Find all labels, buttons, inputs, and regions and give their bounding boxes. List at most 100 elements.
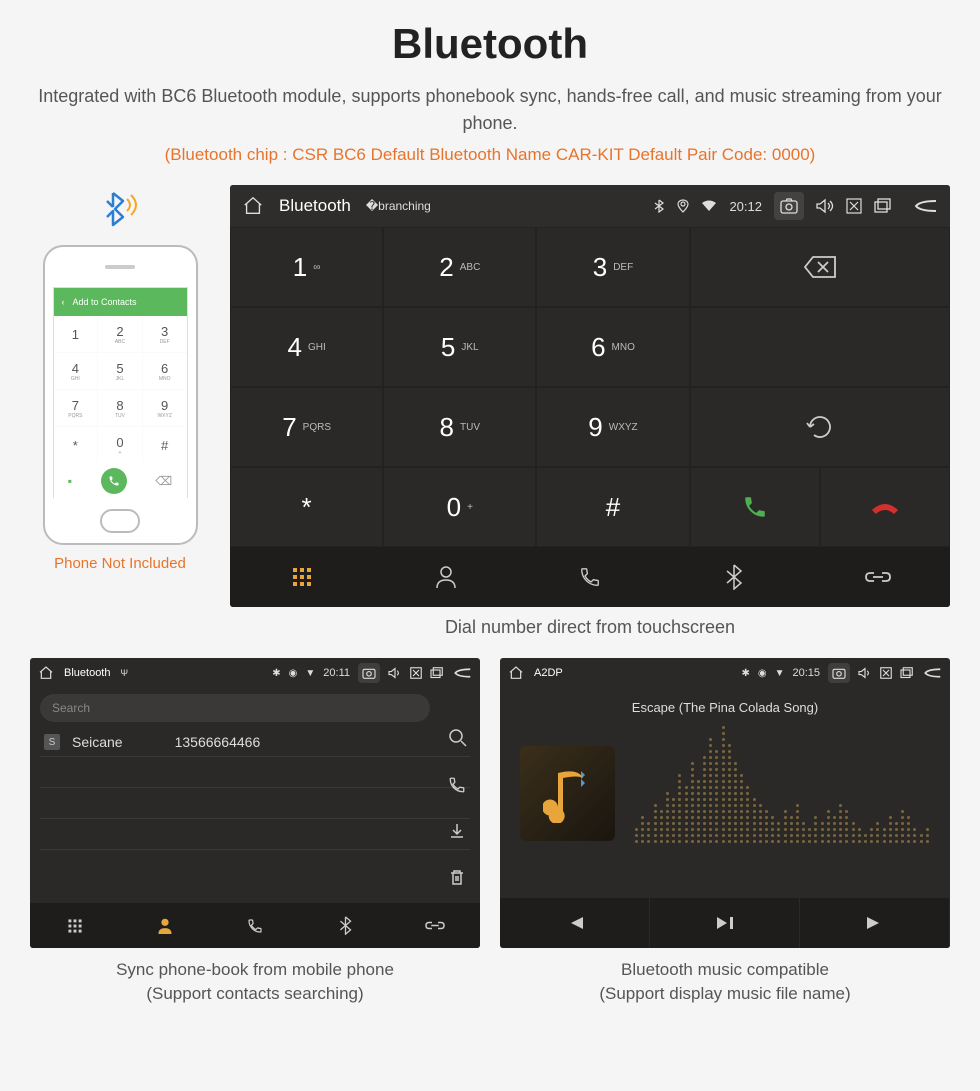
next-track-button[interactable]	[800, 898, 950, 948]
location-icon: ◉	[289, 668, 298, 679]
phone-disclaimer: Phone Not Included	[30, 555, 210, 572]
bluetooth-icon: ✱	[272, 668, 280, 679]
album-art	[520, 746, 615, 841]
close-x-icon[interactable]	[410, 667, 422, 679]
search-icon[interactable]	[448, 728, 468, 748]
dialer-screen: Bluetooth �branching 20:12	[230, 185, 950, 607]
dial-key-*[interactable]: *	[230, 467, 383, 547]
recent-apps-icon[interactable]	[874, 198, 892, 214]
backspace-button[interactable]	[690, 227, 950, 307]
play-pause-button[interactable]	[650, 898, 800, 948]
nav-contacts-icon[interactable]	[120, 903, 210, 948]
phone-key: *	[54, 427, 98, 463]
status-time: 20:15	[792, 667, 820, 679]
nav-bluetooth-icon[interactable]	[662, 547, 806, 607]
back-icon: ‹	[62, 297, 65, 307]
call-icon[interactable]	[448, 776, 468, 794]
phone-key: 8TUV	[98, 390, 142, 426]
home-icon[interactable]	[38, 665, 54, 681]
call-button	[101, 468, 127, 494]
page-subtitle: Integrated with BC6 Bluetooth module, su…	[30, 83, 950, 137]
dialer-caption: Dial number direct from touchscreen	[230, 617, 950, 638]
home-icon[interactable]	[508, 665, 524, 681]
status-title: A2DP	[534, 667, 563, 679]
back-icon[interactable]	[922, 667, 942, 679]
hangup-button[interactable]	[820, 467, 950, 547]
contact-name: Seicane	[72, 734, 123, 750]
nav-link-icon[interactable]	[390, 903, 480, 948]
phone-key: 2ABC	[98, 316, 142, 352]
dial-key-7[interactable]: 7PQRS	[230, 387, 383, 467]
nav-contacts-icon[interactable]	[374, 547, 518, 607]
bluetooth-signal-icon	[95, 185, 145, 235]
call-button[interactable]	[690, 467, 820, 547]
volume-icon[interactable]	[858, 667, 872, 679]
wifi-icon	[701, 200, 717, 212]
nav-bluetooth-icon[interactable]	[300, 903, 390, 948]
status-time: 20:11	[323, 667, 350, 679]
video-icon: ▪	[68, 474, 72, 488]
home-icon[interactable]	[242, 195, 264, 217]
prev-track-button[interactable]	[500, 898, 650, 948]
wifi-icon: ▼	[775, 668, 785, 679]
bluetooth-icon	[653, 199, 665, 213]
music-screen: A2DP ✱ ◉ ▼ 20:15 Escape (The Pina Col	[500, 658, 950, 948]
contacts-screen: Bluetooth Ψ ✱ ◉ ▼ 20:11 Sea	[30, 658, 480, 948]
nav-keypad-icon[interactable]	[230, 547, 374, 607]
back-icon[interactable]	[452, 667, 472, 679]
phone-header-label: Add to Contacts	[73, 297, 137, 307]
location-icon: ◉	[758, 668, 767, 679]
back-icon[interactable]	[912, 198, 938, 214]
dial-key-0[interactable]: 0+	[383, 467, 536, 547]
dial-key-1[interactable]: 1∞	[230, 227, 383, 307]
delete-icon[interactable]	[448, 868, 468, 886]
volume-icon[interactable]	[388, 667, 402, 679]
song-title: Escape (The Pina Colada Song)	[632, 700, 818, 715]
dial-key-2[interactable]: 2ABC	[383, 227, 536, 307]
status-title: Bluetooth	[279, 196, 351, 216]
recent-apps-icon[interactable]	[430, 667, 444, 679]
screenshot-icon[interactable]	[828, 663, 850, 683]
music-caption-1: Bluetooth music compatible	[500, 958, 950, 982]
dial-key-6[interactable]: 6MNO	[536, 307, 689, 387]
phone-key: 0+	[98, 427, 142, 463]
dial-key-8[interactable]: 8TUV	[383, 387, 536, 467]
status-title: Bluetooth	[64, 667, 110, 679]
bluetooth-icon: ✱	[741, 668, 749, 679]
phone-key: 6MNO	[143, 353, 187, 389]
screenshot-icon[interactable]	[774, 192, 804, 220]
volume-icon[interactable]	[816, 198, 834, 214]
phone-mockup: ‹ Add to Contacts 12ABC3DEF4GHI5JKL6MNO7…	[43, 245, 198, 545]
nav-keypad-icon[interactable]	[30, 903, 120, 948]
page-title: Bluetooth	[30, 20, 950, 68]
wifi-icon: ▼	[305, 668, 315, 679]
recent-apps-icon[interactable]	[900, 667, 914, 679]
dial-key-5[interactable]: 5JKL	[383, 307, 536, 387]
phone-key: 7PQRS	[54, 390, 98, 426]
phone-key: 9WXYZ	[143, 390, 187, 426]
dial-key-#[interactable]: #	[536, 467, 689, 547]
specs-line: (Bluetooth chip : CSR BC6 Default Blueto…	[30, 145, 950, 165]
contact-number: 13566664466	[175, 734, 261, 750]
location-icon	[677, 199, 689, 213]
search-input[interactable]: Search	[40, 694, 430, 722]
contact-row[interactable]: S Seicane 13566664466	[30, 728, 480, 756]
close-x-icon[interactable]	[846, 198, 862, 214]
nav-calls-icon[interactable]	[210, 903, 300, 948]
phone-key: 1	[54, 316, 98, 352]
dial-key-9[interactable]: 9WXYZ	[536, 387, 689, 467]
nav-link-icon[interactable]	[806, 547, 950, 607]
phone-key: 5JKL	[98, 353, 142, 389]
nav-calls-icon[interactable]	[518, 547, 662, 607]
contact-badge: S	[44, 734, 60, 750]
equalizer	[635, 743, 930, 843]
contacts-caption-2: (Support contacts searching)	[30, 982, 480, 1006]
close-x-icon[interactable]	[880, 667, 892, 679]
dial-key-4[interactable]: 4GHI	[230, 307, 383, 387]
screenshot-icon[interactable]	[358, 663, 380, 683]
dial-key-3[interactable]: 3DEF	[536, 227, 689, 307]
download-icon[interactable]	[448, 822, 468, 840]
redial-button[interactable]	[690, 387, 950, 467]
phone-key: 4GHI	[54, 353, 98, 389]
status-time: 20:12	[729, 199, 762, 214]
